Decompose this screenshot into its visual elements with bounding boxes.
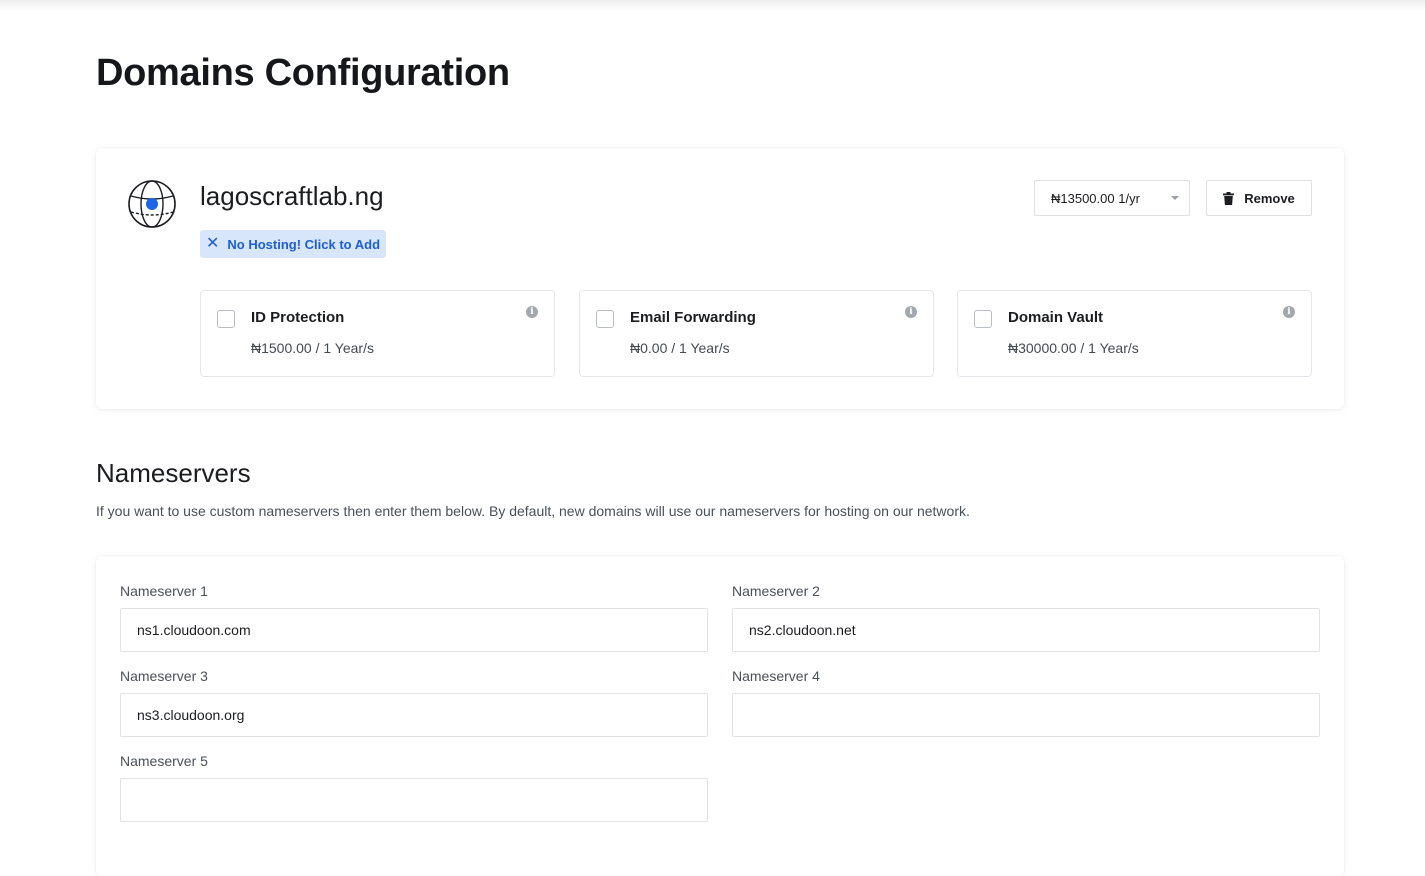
- addon-email-forwarding[interactable]: Email Forwarding ₦0.00 / 1 Year/s i: [579, 290, 934, 377]
- info-icon[interactable]: i: [526, 306, 538, 318]
- addon-title: Domain Vault: [1008, 309, 1104, 326]
- nameservers-description: If you want to use custom nameservers th…: [96, 503, 970, 519]
- add-hosting-badge[interactable]: ✕ No Hosting! Click to Add: [200, 230, 387, 258]
- nameserver-3-label: Nameserver 3: [120, 668, 208, 684]
- nameservers-title: Nameservers: [96, 458, 251, 488]
- nameservers-card: Nameserver 1 Nameserver 2 Nameserver 3 N…: [96, 556, 1344, 876]
- nameserver-1-label: Nameserver 1: [120, 583, 208, 599]
- addon-domain-vault[interactable]: Domain Vault ₦30000.00 / 1 Year/s i: [957, 290, 1312, 377]
- domain-name: lagoscraftlab.ng: [200, 181, 384, 211]
- addon-price: ₦30000.00 / 1 Year/s: [1008, 340, 1139, 356]
- page-title: Domains Configuration: [96, 52, 510, 94]
- info-icon[interactable]: i: [1283, 306, 1295, 318]
- hosting-badge-label: No Hosting! Click to Add: [227, 236, 381, 252]
- addon-title: ID Protection: [251, 309, 345, 326]
- globe-icon: [128, 180, 176, 228]
- nameserver-2-input[interactable]: [732, 608, 1320, 652]
- remove-button[interactable]: Remove: [1206, 180, 1312, 216]
- addon-checkbox[interactable]: [217, 310, 235, 328]
- info-icon[interactable]: i: [905, 306, 917, 318]
- billing-cycle-value: ₦13500.00 1/yr: [1051, 190, 1140, 206]
- nameserver-5-group: Nameserver 5: [120, 753, 708, 822]
- chevron-down-icon: [1171, 196, 1179, 200]
- addon-checkbox[interactable]: [596, 310, 614, 328]
- nameserver-4-label: Nameserver 4: [732, 668, 820, 684]
- addon-checkbox[interactable]: [974, 310, 992, 328]
- nameserver-5-label: Nameserver 5: [120, 753, 208, 769]
- nameserver-4-group: Nameserver 4: [732, 668, 1320, 737]
- close-icon: ✕: [206, 235, 220, 252]
- nameserver-1-input[interactable]: [120, 608, 708, 652]
- billing-cycle-select[interactable]: ₦13500.00 1/yr: [1034, 180, 1190, 216]
- nameserver-2-label: Nameserver 2: [732, 583, 820, 599]
- addon-id-protection[interactable]: ID Protection ₦1500.00 / 1 Year/s i: [200, 290, 555, 377]
- domain-card: lagoscraftlab.ng ✕ No Hosting! Click to …: [96, 148, 1344, 409]
- nameserver-1-group: Nameserver 1: [120, 583, 708, 652]
- remove-label: Remove: [1244, 190, 1295, 206]
- nameserver-3-group: Nameserver 3: [120, 668, 708, 737]
- nameserver-2-group: Nameserver 2: [732, 583, 1320, 652]
- addon-title: Email Forwarding: [630, 309, 756, 326]
- addon-price: ₦1500.00 / 1 Year/s: [251, 340, 374, 356]
- addon-price: ₦0.00 / 1 Year/s: [630, 340, 730, 356]
- nameserver-5-input[interactable]: [120, 778, 708, 822]
- nameserver-4-input[interactable]: [732, 693, 1320, 737]
- trash-icon: [1223, 191, 1235, 205]
- top-shadow: [0, 0, 1425, 10]
- nameserver-3-input[interactable]: [120, 693, 708, 737]
